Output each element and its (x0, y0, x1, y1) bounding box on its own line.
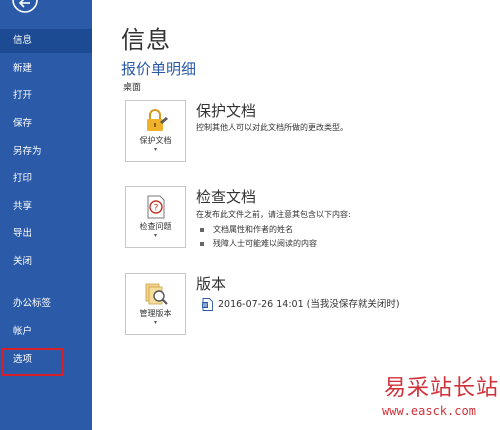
protect-tile-label: 保护文档 (139, 136, 172, 145)
document-location: 桌面 (123, 83, 142, 93)
chevron-down-icon: ▾ (153, 319, 157, 326)
manage-versions-button[interactable]: 管理版本 ▾ (125, 273, 186, 335)
site-watermark: 易采站长站 www.easck.com (360, 366, 500, 430)
inspect-bullet-item: 残障人士可能难以阅读的内容 (200, 238, 317, 249)
versions-section-title: 版本 (196, 275, 227, 293)
nav-item-office-tab[interactable]: 办公标签 (0, 292, 92, 316)
protect-document-button[interactable]: 保护文档 ▾ (125, 100, 186, 162)
watermark-title: 易采站长站 (384, 376, 500, 401)
nav-item-save-as[interactable]: 另存为 (0, 140, 92, 164)
inspect-bullet-item: 文档属性和作者的姓名 (200, 224, 293, 235)
inspect-section-description: 在发布此文件之前，请注意其包含以下内容: (196, 210, 351, 219)
versions-tile-label: 管理版本 (139, 309, 172, 318)
nav-item-info[interactable]: 信息 (0, 29, 92, 53)
nav-item-close[interactable]: 关闭 (0, 250, 92, 274)
lock-icon (143, 108, 169, 134)
protect-section-description: 控制其他人可以对此文档所做的更改类型。 (196, 123, 348, 132)
version-entry[interactable]: W 2016-07-26 14:01 (当我没保存就关闭时) (202, 296, 400, 311)
chevron-down-icon: ▾ (153, 146, 157, 153)
nav-item-share[interactable]: 共享 (0, 195, 92, 219)
nav-item-print[interactable]: 打印 (0, 167, 92, 191)
nav-item-new[interactable]: 新建 (0, 57, 92, 81)
back-arrow-icon[interactable] (12, 0, 38, 18)
backstage-sidebar: 信息 新建 打开 保存 另存为 打印 共享 导出 关闭 办公标签 帐户 选项 (0, 0, 92, 430)
nav-item-options[interactable]: 选项 (2, 348, 64, 376)
nav-item-export[interactable]: 导出 (0, 222, 92, 246)
chevron-down-icon: ▾ (153, 232, 157, 239)
svg-text:W: W (203, 303, 208, 309)
version-entry-text: 2016-07-26 14:01 (当我没保存就关闭时) (218, 299, 400, 310)
manage-versions-icon (143, 281, 169, 307)
check-for-issues-button[interactable]: ? 检查问题 ▾ (125, 186, 186, 248)
watermark-url: www.easck.com (382, 404, 476, 418)
word-document-icon: W (202, 298, 213, 311)
inspect-section-title: 检查文档 (196, 188, 257, 206)
nav-item-open[interactable]: 打开 (0, 84, 92, 108)
page-title: 信息 (121, 26, 171, 54)
document-title: 报价单明细 (121, 60, 197, 78)
svg-text:?: ? (154, 204, 159, 214)
nav-item-account[interactable]: 帐户 (0, 320, 92, 344)
inspect-tile-label: 检查问题 (139, 222, 172, 231)
nav-item-save[interactable]: 保存 (0, 112, 92, 136)
protect-section-title: 保护文档 (196, 102, 257, 120)
inspect-document-icon: ? (143, 194, 169, 220)
